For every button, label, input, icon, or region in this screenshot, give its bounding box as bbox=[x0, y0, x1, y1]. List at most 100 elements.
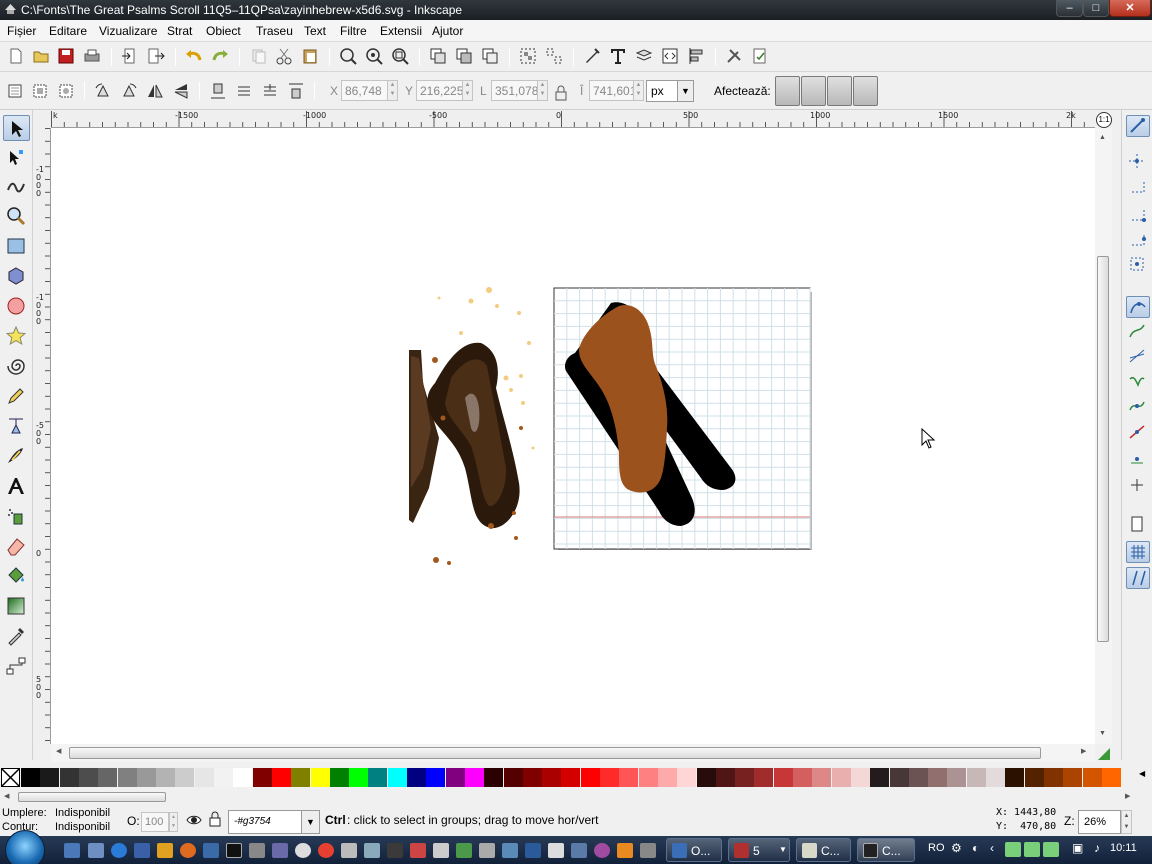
x-input[interactable]: 86,748 bbox=[341, 80, 388, 101]
affect-rounded-corners-toggle[interactable] bbox=[801, 76, 826, 106]
tray-app-icon[interactable] bbox=[1024, 842, 1040, 857]
palette-swatch[interactable] bbox=[1043, 768, 1063, 787]
menu-help[interactable]: Ajutor bbox=[432, 24, 463, 38]
star-tool[interactable] bbox=[3, 323, 30, 349]
quick-launch-app-icon[interactable] bbox=[410, 843, 426, 858]
palette-swatch[interactable] bbox=[40, 768, 60, 787]
menu-extensions[interactable]: Extensii bbox=[380, 24, 422, 38]
unit-select[interactable]: px ▼ bbox=[646, 80, 694, 102]
palette-swatch[interactable] bbox=[908, 768, 928, 787]
current-layer-dropdown[interactable]: -#g3754 ▼ bbox=[228, 810, 320, 834]
vertical-scroll-thumb[interactable] bbox=[1097, 256, 1109, 642]
palette-swatch[interactable] bbox=[715, 768, 735, 787]
snap-bbox-midpoints-toggle[interactable] bbox=[1126, 229, 1150, 251]
y-spin-arrows[interactable]: ▲ ▼ bbox=[462, 80, 473, 101]
snap-guides-toggle[interactable] bbox=[1126, 567, 1150, 589]
menu-edit[interactable]: Editare bbox=[49, 24, 87, 38]
snap-bbox-corners-toggle[interactable] bbox=[1126, 204, 1150, 226]
manuscript-scan-image[interactable] bbox=[409, 287, 535, 565]
palette-swatch[interactable] bbox=[1101, 768, 1121, 787]
quick-launch-app-icon[interactable] bbox=[456, 843, 472, 858]
dropper-tool[interactable] bbox=[3, 623, 30, 649]
chevron-down-icon[interactable]: ▼ bbox=[677, 81, 693, 101]
layers-icon[interactable] bbox=[635, 47, 653, 65]
palette-swatch[interactable] bbox=[677, 768, 697, 787]
taskbar-window-button[interactable]: O... bbox=[666, 838, 722, 862]
zoom-drawing-icon[interactable] bbox=[365, 47, 383, 65]
scroll-left-icon[interactable]: ◀ bbox=[56, 747, 61, 755]
select-all-layers-icon[interactable] bbox=[31, 82, 49, 100]
node-tool[interactable] bbox=[3, 145, 30, 171]
scroll-up-icon[interactable]: ▲ bbox=[1099, 134, 1106, 141]
palette-swatch[interactable] bbox=[773, 768, 793, 787]
flip-horizontal-icon[interactable] bbox=[146, 82, 164, 100]
zoom-input[interactable]: 26% bbox=[1078, 810, 1121, 834]
palette-swatch[interactable] bbox=[947, 768, 967, 787]
chevron-down-icon[interactable]: ▼ bbox=[301, 811, 319, 833]
palette-swatch[interactable] bbox=[1063, 768, 1083, 787]
stroke-value[interactable]: Indisponibil bbox=[55, 821, 110, 833]
no-paint-swatch[interactable] bbox=[1, 768, 20, 787]
palette-swatch[interactable] bbox=[831, 768, 851, 787]
vertical-ruler[interactable]: -1000 -1000 -500 0 500 bbox=[34, 128, 51, 744]
firefox-icon[interactable] bbox=[180, 843, 196, 858]
quick-launch-app-icon[interactable] bbox=[364, 843, 380, 858]
palette-swatch[interactable] bbox=[59, 768, 79, 787]
undo-icon[interactable] bbox=[185, 47, 203, 65]
affect-patterns-toggle[interactable] bbox=[853, 76, 878, 106]
palette-swatch[interactable] bbox=[754, 768, 774, 787]
quick-launch-app-icon[interactable] bbox=[387, 843, 403, 858]
palette-swatch[interactable] bbox=[966, 768, 986, 787]
snap-midpoints-toggle[interactable] bbox=[1126, 422, 1150, 444]
disc-icon[interactable] bbox=[295, 843, 311, 858]
eye-visibility-icon[interactable] bbox=[186, 812, 202, 828]
window-switcher-icon[interactable] bbox=[88, 843, 104, 858]
horizontal-ruler[interactable]: k -1500 -1000 -500 0 500 1000 1500 2k bbox=[51, 111, 1095, 128]
palette-swatch[interactable] bbox=[194, 768, 214, 787]
flip-vertical-icon[interactable] bbox=[172, 82, 190, 100]
palette-swatch[interactable] bbox=[271, 768, 291, 787]
import-icon[interactable] bbox=[121, 47, 139, 65]
spiral-tool[interactable] bbox=[3, 353, 30, 379]
ungroup-icon[interactable] bbox=[545, 47, 563, 65]
palette-swatch[interactable] bbox=[291, 768, 311, 787]
lower-icon[interactable] bbox=[235, 82, 253, 100]
affect-stroke-width-toggle[interactable] bbox=[775, 76, 800, 106]
quick-launch-app-icon[interactable] bbox=[594, 843, 610, 858]
rotate-cw-icon[interactable] bbox=[120, 82, 138, 100]
palette-menu-icon[interactable]: ◀ bbox=[1139, 769, 1145, 778]
spray-tool[interactable] bbox=[3, 503, 30, 529]
palette-swatch[interactable] bbox=[329, 768, 349, 787]
xml-editor-icon[interactable] bbox=[661, 47, 679, 65]
language-indicator[interactable]: RO bbox=[928, 842, 945, 854]
palette-swatch[interactable] bbox=[561, 768, 581, 787]
select-all-icon[interactable] bbox=[6, 82, 24, 100]
open-folder-icon[interactable] bbox=[32, 47, 50, 65]
menu-filters[interactable]: Filtre bbox=[340, 24, 367, 38]
inkscape-app-icon[interactable] bbox=[4, 3, 17, 16]
palette-swatch[interactable] bbox=[136, 768, 156, 787]
fill-value[interactable]: Indisponibil bbox=[55, 807, 110, 819]
unlink-clone-icon[interactable] bbox=[481, 47, 499, 65]
palette-swatch[interactable] bbox=[638, 768, 658, 787]
palette-swatch[interactable] bbox=[156, 768, 176, 787]
palette-swatch[interactable] bbox=[310, 768, 330, 787]
palette-swatch[interactable] bbox=[619, 768, 639, 787]
gradient-tool[interactable] bbox=[3, 593, 30, 619]
rotate-ccw-icon[interactable] bbox=[94, 82, 112, 100]
palette-swatch[interactable] bbox=[657, 768, 677, 787]
internet-explorer-icon[interactable] bbox=[111, 843, 127, 858]
quick-launch-app-icon[interactable] bbox=[203, 843, 219, 858]
document-properties-icon[interactable] bbox=[751, 47, 769, 65]
palette-swatch[interactable] bbox=[407, 768, 426, 787]
new-document-icon[interactable] bbox=[7, 47, 25, 65]
drawing-canvas[interactable] bbox=[51, 128, 1095, 744]
height-spin-arrows[interactable]: ▲ ▼ bbox=[633, 80, 644, 101]
palette-swatch[interactable] bbox=[387, 768, 407, 787]
width-input[interactable]: 351,078 bbox=[491, 80, 538, 101]
horizontal-scroll-thumb[interactable] bbox=[69, 747, 1041, 759]
palette-swatch[interactable] bbox=[214, 768, 233, 787]
pencil-tool[interactable] bbox=[3, 383, 30, 409]
quick-launch-app-icon[interactable] bbox=[502, 843, 518, 858]
menu-path[interactable]: Traseu bbox=[256, 24, 293, 38]
